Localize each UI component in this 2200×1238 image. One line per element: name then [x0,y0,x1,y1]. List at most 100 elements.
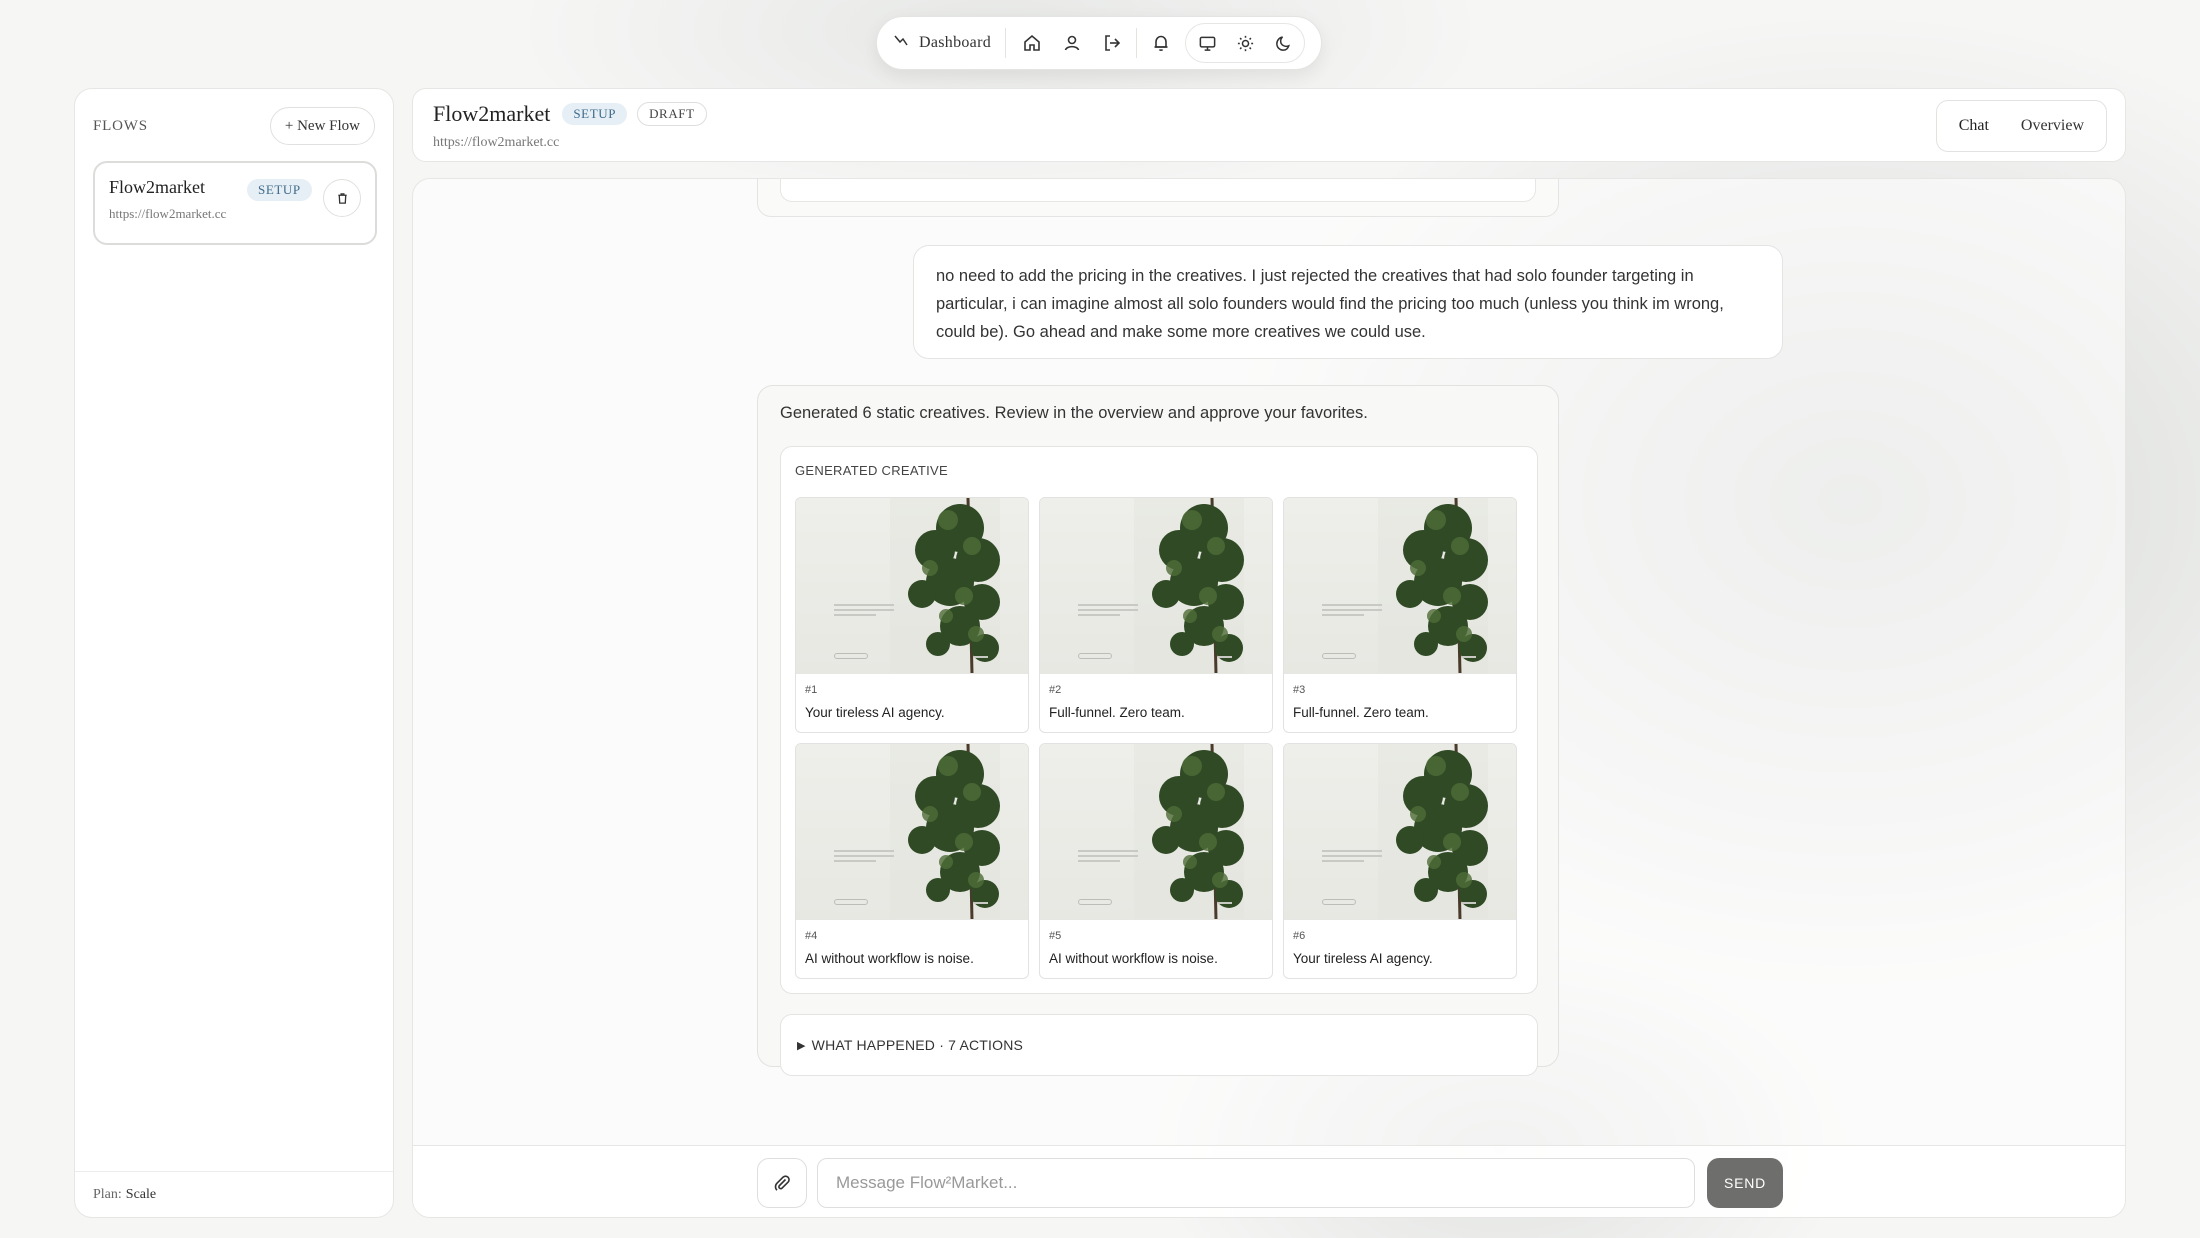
assistant-message: Generated 6 static creatives. Review in … [757,385,1559,1076]
tree-illustration [1134,498,1244,673]
flows-sidebar: FLOWS + New Flow Flow2market SETUP https… [74,88,394,1218]
generated-creative-title: GENERATED CREATIVE [795,463,948,478]
what-happened-label: WHAT HAPPENED · 7 ACTIONS [811,1037,1024,1053]
chat-panel: no need to add the pricing in the creati… [412,178,2126,1218]
creative-number: #2 [1049,684,1062,696]
status-badge: SETUP [247,179,312,201]
creative-card[interactable]: #3 Full-funnel. Zero team. [1283,497,1517,733]
creative-cta-shape [1322,899,1356,905]
monitor-icon [1199,36,1215,51]
tab-chat[interactable]: Chat [1943,106,2005,146]
creative-body-lines [834,604,894,619]
tab-overview[interactable]: Overview [2005,106,2100,146]
creative-number: #6 [1293,930,1306,942]
previous-message-inner [780,179,1536,202]
creative-footer-mark [1218,656,1232,658]
plan-indicator: Plan: Scale [75,1171,393,1217]
message-composer: SEND [413,1145,2125,1217]
message-input[interactable] [817,1158,1695,1208]
creative-number: #3 [1293,684,1306,696]
creative-card[interactable]: #2 Full-funnel. Zero team. [1039,497,1273,733]
creative-card[interactable]: #1 Your tireless AI agency. [795,497,1029,733]
creative-footer-mark [974,902,988,904]
creative-cta-shape [834,899,868,905]
creative-footer-mark [1218,902,1232,904]
user-icon [1064,35,1080,51]
creative-meta: #3 Full-funnel. Zero team. [1284,674,1516,720]
dashboard-label: Dashboard [919,34,992,51]
logout-icon [1105,35,1121,51]
creative-grid: #1 Your tireless AI agency. #2 Full-funn… [795,497,1517,979]
generated-creative-panel: GENERATED CREATIVE #1 Your tireless AI a… [780,446,1538,994]
creative-card[interactable]: #6 Your tireless AI agency. [1283,743,1517,979]
creative-footer-mark [974,656,988,658]
logout-button[interactable] [1092,23,1132,63]
creative-number: #4 [805,930,818,942]
theme-system-button[interactable] [1188,24,1226,62]
creative-card[interactable]: #4 AI without workflow is noise. [795,743,1029,979]
delete-flow-button[interactable] [323,179,361,217]
creative-caption: AI without workflow is noise. [805,951,974,966]
creative-cta-shape [1078,653,1112,659]
tree-illustration [890,744,1000,919]
moon-icon [1275,35,1290,51]
creative-thumbnail [1284,498,1516,674]
creative-caption: Your tireless AI agency. [805,705,945,720]
creative-caption: Full-funnel. Zero team. [1293,705,1429,720]
creative-body-lines [1078,604,1138,619]
triangle-right-icon: ▶ [797,1039,806,1052]
user-message: no need to add the pricing in the creati… [913,245,1783,359]
creative-meta: #5 AI without workflow is noise. [1040,920,1272,966]
plan-label: Plan: [93,1186,122,1202]
bell-icon [1154,35,1168,52]
plan-value: Scale [125,1186,157,1202]
creative-caption: AI without workflow is noise. [1049,951,1218,966]
tree-illustration [1378,744,1488,919]
tree-illustration [1134,744,1244,919]
what-happened-toggle[interactable]: ▶ WHAT HAPPENED · 7 ACTIONS [780,1014,1538,1076]
setup-badge: SETUP [562,103,628,125]
creative-meta: #2 Full-funnel. Zero team. [1040,674,1272,720]
creative-card[interactable]: #5 AI without workflow is noise. [1039,743,1273,979]
theme-light-button[interactable] [1226,24,1264,62]
creative-cta-shape [834,653,868,659]
creative-meta: #6 Your tireless AI agency. [1284,920,1516,966]
nav-divider [1136,28,1138,58]
creative-cta-shape [1322,653,1356,659]
attach-button[interactable] [757,1158,807,1208]
new-flow-button[interactable]: + New Flow [269,107,375,145]
notifications-button[interactable] [1141,23,1181,63]
flow-list-item[interactable]: Flow2market SETUP https://flow2market.cc [93,161,377,245]
send-button[interactable]: SEND [1707,1158,1783,1208]
sidebar-header: FLOWS + New Flow [93,107,375,145]
theme-switcher [1185,23,1306,63]
creative-body-lines [1078,850,1138,865]
creative-body-lines [834,850,894,865]
creative-meta: #1 Your tireless AI agency. [796,674,1028,720]
creative-number: #1 [805,684,818,696]
previous-message [757,179,1559,217]
top-navbar: Dashboard [876,16,1322,70]
creative-thumbnail [1040,744,1272,920]
home-button[interactable] [1012,23,1052,63]
home-icon [1024,34,1040,51]
profile-button[interactable] [1052,23,1092,63]
creative-body-lines [1322,604,1382,619]
dashboard-link[interactable]: Dashboard [893,28,1007,58]
flow-url: https://flow2market.cc [109,206,227,221]
tree-illustration [890,498,1000,673]
sidebar-title: FLOWS [93,117,148,134]
creative-caption: Full-funnel. Zero team. [1049,705,1185,720]
creative-caption: Your tireless AI agency. [1293,951,1433,966]
creative-body-lines [1322,850,1382,865]
creative-thumbnail [1284,744,1516,920]
page-title: Flow2market [433,101,551,126]
sun-icon [1237,35,1253,51]
flow-url: https://flow2market.cc [433,135,560,150]
theme-dark-button[interactable] [1264,24,1302,62]
draft-badge: DRAFT [637,102,707,126]
creative-thumbnail [796,498,1028,674]
flow-header: Flow2market SETUP DRAFT https://flow2mar… [412,88,2126,162]
assistant-message-text: Generated 6 static creatives. Review in … [780,404,1368,422]
flow-title-row: Flow2market SETUP DRAFT [433,101,707,127]
